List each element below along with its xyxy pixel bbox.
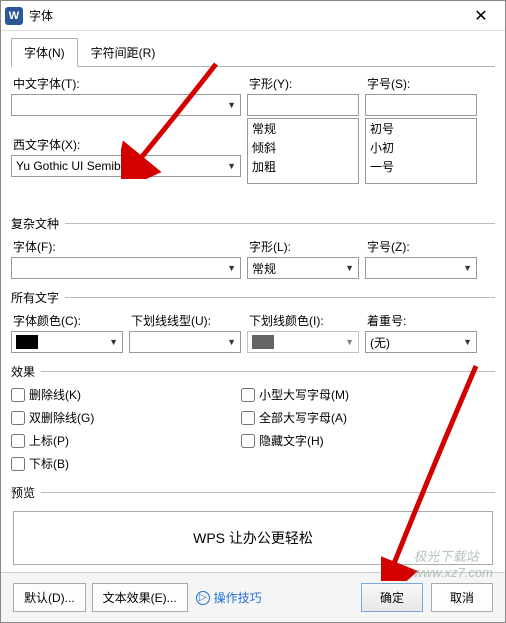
fieldset-all: 所有文字 字体颜色(C): ▼ 下划线线型(U): ▼ 下划线颜色(I): ▼ … — [11, 289, 495, 357]
legend-all: 所有文字 — [11, 289, 65, 306]
chevron-down-icon: ▼ — [463, 337, 472, 347]
en-font-combo[interactable]: Yu Gothic UI Semibold ▼ — [11, 155, 241, 177]
list-item[interactable]: 加粗 — [248, 157, 358, 176]
default-button[interactable]: 默认(D)... — [13, 583, 86, 612]
label-underline-color: 下划线颜色(I): — [247, 312, 359, 329]
complex-style-value: 常规 — [252, 260, 276, 277]
color-swatch-icon — [16, 335, 38, 349]
size-listbox[interactable]: 初号 小初 一号 — [365, 118, 477, 184]
list-item[interactable]: 常规 — [248, 119, 358, 138]
label-complex-font: 字体(F): — [11, 238, 241, 255]
complex-size-combo[interactable]: ▼ — [365, 257, 477, 279]
chevron-down-icon: ▼ — [227, 161, 236, 171]
cancel-button[interactable]: 取消 — [431, 583, 493, 612]
label-en-font: 西文字体(X): — [11, 136, 241, 153]
legend-effects: 效果 — [11, 363, 41, 380]
size-input[interactable] — [365, 94, 477, 116]
color-swatch-icon — [252, 335, 274, 349]
legend-preview: 预览 — [11, 484, 41, 501]
cn-font-combo[interactable]: ▼ — [11, 94, 241, 116]
checkbox-allcaps[interactable]: 全部大写字母(A) — [241, 409, 471, 426]
fieldset-effects: 效果 删除线(K) 小型大写字母(M) 双删除线(G) 全部大写字母(A) 上标… — [11, 363, 495, 478]
app-icon: W — [5, 7, 23, 25]
label-emphasis: 着重号: — [365, 312, 477, 329]
chevron-down-icon: ▼ — [227, 100, 236, 110]
chevron-down-icon: ▼ — [345, 263, 354, 273]
tips-link[interactable]: ▷操作技巧 — [196, 589, 262, 606]
emphasis-combo[interactable]: (无) ▼ — [365, 331, 477, 353]
chevron-down-icon: ▼ — [109, 337, 118, 347]
label-underline: 下划线线型(U): — [129, 312, 241, 329]
list-item[interactable]: 一号 — [366, 157, 476, 176]
chevron-down-icon: ▼ — [345, 337, 354, 347]
checkbox-strikethrough[interactable]: 删除线(K) — [11, 386, 241, 403]
chevron-down-icon: ▼ — [227, 263, 236, 273]
label-cn-font: 中文字体(T): — [11, 75, 241, 92]
emphasis-value: (无) — [370, 334, 390, 351]
label-font-color: 字体颜色(C): — [11, 312, 123, 329]
complex-font-combo[interactable]: ▼ — [11, 257, 241, 279]
title-bar: W 字体 ✕ — [1, 1, 505, 31]
tab-font[interactable]: 字体(N) — [11, 38, 78, 67]
checkbox-double-strike[interactable]: 双删除线(G) — [11, 409, 241, 426]
checkbox-smallcaps[interactable]: 小型大写字母(M) — [241, 386, 471, 403]
label-complex-style: 字形(L): — [247, 238, 359, 255]
fieldset-complex: 复杂文种 字体(F): ▼ 字形(L): 常规 ▼ 字号(Z): ▼ — [11, 215, 495, 283]
dialog-footer: 默认(D)... 文本效果(E)... ▷操作技巧 确定 取消 — [1, 572, 505, 622]
window-title: 字体 — [29, 7, 461, 24]
underline-color-combo[interactable]: ▼ — [247, 331, 359, 353]
ok-button[interactable]: 确定 — [361, 583, 423, 612]
font-color-combo[interactable]: ▼ — [11, 331, 123, 353]
tab-spacing[interactable]: 字符间距(R) — [78, 38, 169, 67]
tab-strip: 字体(N) 字符间距(R) — [11, 37, 495, 67]
style-listbox[interactable]: 常规 倾斜 加粗 — [247, 118, 359, 184]
checkbox-hidden[interactable]: 隐藏文字(H) — [241, 432, 471, 449]
en-font-value: Yu Gothic UI Semibold — [16, 159, 137, 173]
text-effects-button[interactable]: 文本效果(E)... — [92, 583, 188, 612]
info-icon: ▷ — [196, 591, 210, 605]
chevron-down-icon: ▼ — [463, 263, 472, 273]
underline-combo[interactable]: ▼ — [129, 331, 241, 353]
label-complex-size: 字号(Z): — [365, 238, 477, 255]
chevron-down-icon: ▼ — [227, 337, 236, 347]
complex-style-combo[interactable]: 常规 ▼ — [247, 257, 359, 279]
label-style: 字形(Y): — [247, 75, 359, 92]
preview-box: WPS 让办公更轻松 — [13, 511, 493, 565]
close-button[interactable]: ✕ — [461, 2, 501, 30]
checkbox-subscript[interactable]: 下标(B) — [11, 455, 241, 472]
label-size: 字号(S): — [365, 75, 477, 92]
list-item[interactable]: 初号 — [366, 119, 476, 138]
checkbox-superscript[interactable]: 上标(P) — [11, 432, 241, 449]
list-item[interactable]: 倾斜 — [248, 138, 358, 157]
style-input[interactable] — [247, 94, 359, 116]
legend-complex: 复杂文种 — [11, 215, 65, 232]
list-item[interactable]: 小初 — [366, 138, 476, 157]
